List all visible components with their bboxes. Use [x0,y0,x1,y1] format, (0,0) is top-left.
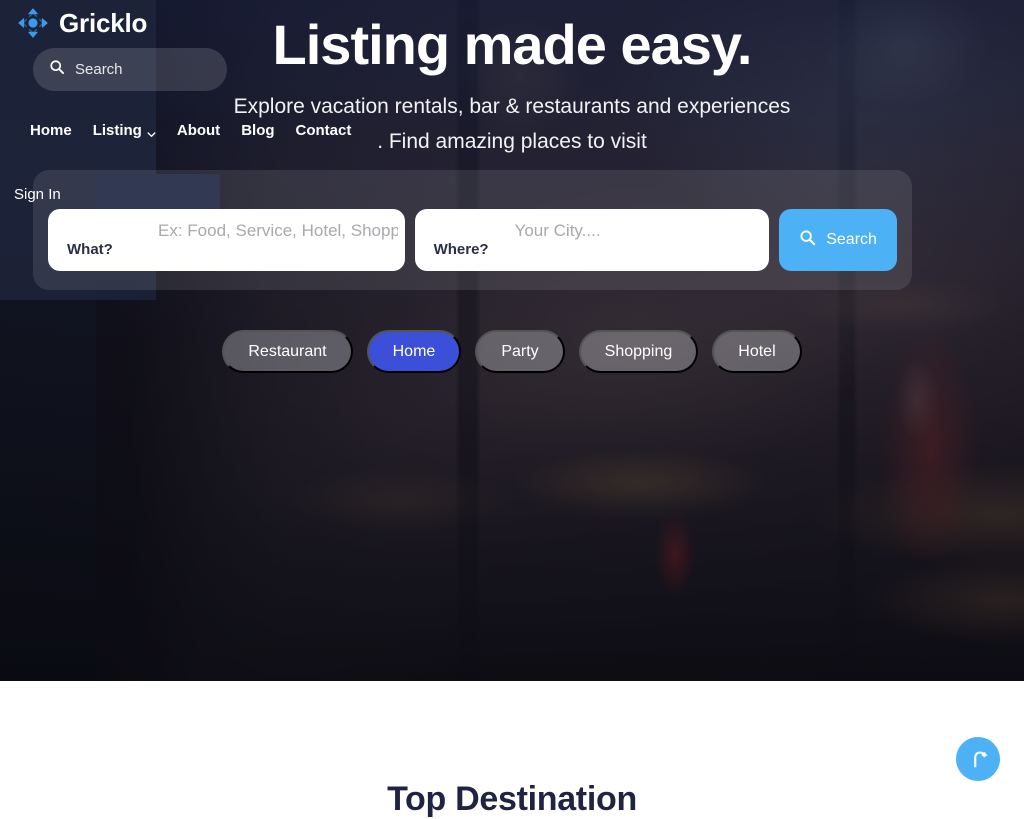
search-button-label: Search [826,231,877,249]
nav-label: Blog [241,122,274,139]
nav-label: Listing [93,122,142,139]
where-label: Where? [434,241,489,258]
hero-section: Listing made easy. Explore vacation rent… [0,0,1024,681]
nav-item-listing[interactable]: Listing [93,122,156,139]
search-submit-button[interactable]: Search [779,209,897,271]
category-pill-restaurant[interactable]: Restaurant [222,330,352,373]
search-icon [49,59,65,80]
brand-logo[interactable]: Gricklo [16,6,147,40]
hero-search-panel: What? Where? Search [33,170,912,290]
pill-label: Hotel [738,343,775,361]
search-form: What? Where? Search [48,209,897,271]
main-navigation: Home Listing About Blog Contact [30,122,351,139]
search-icon [799,229,816,251]
category-pill-hotel[interactable]: Hotel [712,330,801,373]
what-input[interactable] [158,221,398,241]
where-field-group[interactable]: Where? [415,209,770,271]
top-destination-section: Top Destination [0,681,1024,800]
brand-name: Gricklo [59,10,147,36]
scroll-to-top-button[interactable] [956,737,1000,781]
nav-label: About [177,122,220,139]
where-input[interactable] [515,221,755,241]
pill-label: Party [501,343,538,361]
category-pill-party[interactable]: Party [475,330,564,373]
nav-item-about[interactable]: About [177,122,220,139]
nav-label: Home [30,122,72,139]
what-label: What? [67,241,113,258]
nav-item-contact[interactable]: Contact [296,122,352,139]
nav-item-blog[interactable]: Blog [241,122,274,139]
nav-item-home[interactable]: Home [30,122,72,139]
sign-in-link[interactable]: Sign In [14,186,61,203]
pill-label: Home [393,343,436,361]
category-pill-home[interactable]: Home [367,330,462,373]
category-filter-list: Restaurant Home Party Shopping Hotel [0,330,1024,373]
arrow-up-icon [967,747,989,772]
header-search-box[interactable]: Search [33,48,227,91]
pill-label: Restaurant [248,343,326,361]
nav-label: Contact [296,122,352,139]
pill-label: Shopping [605,343,673,361]
category-pill-shopping[interactable]: Shopping [579,330,699,373]
move-arrows-icon [16,6,50,40]
chevron-down-icon [147,126,156,135]
what-field-group[interactable]: What? [48,209,405,271]
header-search-text: Search [75,61,123,78]
